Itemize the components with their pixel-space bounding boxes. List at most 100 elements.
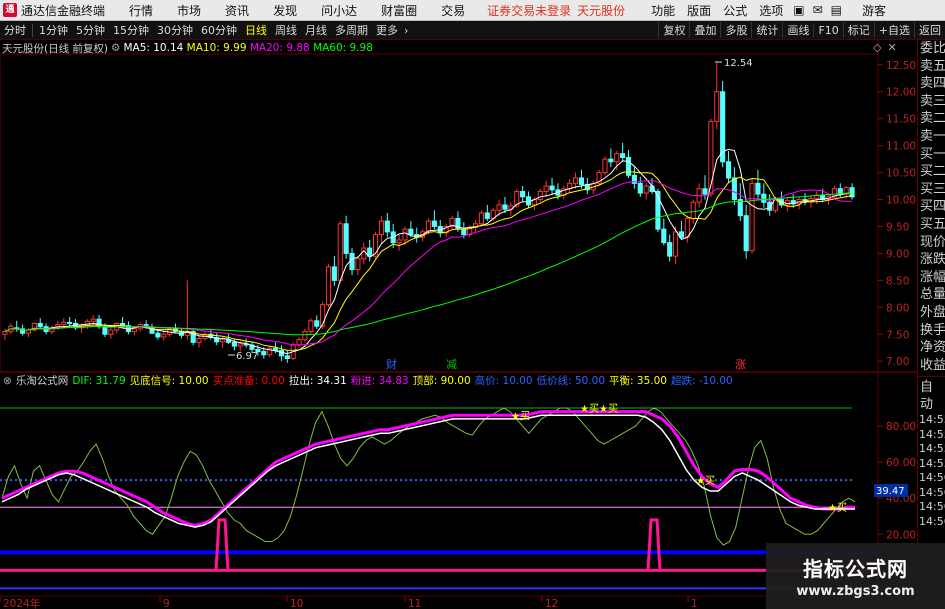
buy-label: 买 — [705, 475, 715, 487]
menu-gongneng[interactable]: 功能 — [645, 2, 681, 19]
toolbar-add-favorite[interactable]: +自选 — [873, 22, 914, 38]
close-icon[interactable]: ✕ — [884, 41, 899, 55]
price-tick-label: 11.00 — [886, 141, 916, 153]
candle-body — [478, 212, 485, 225]
period-monthly[interactable]: 月线 — [301, 22, 331, 38]
toolbar-diejia[interactable]: 叠加 — [689, 22, 720, 38]
candle-body — [296, 339, 302, 346]
guest-user[interactable]: 游客 — [862, 2, 886, 19]
period-multi[interactable]: 多周期 — [331, 22, 372, 38]
ind-pingheng: 平衡: 35.00 — [609, 375, 667, 387]
menu-zixun[interactable]: 资讯 — [213, 2, 261, 19]
tick-time: 14:55 — [919, 456, 945, 470]
candle-body — [667, 242, 673, 257]
menu-xuanxiang[interactable]: 选项 — [753, 2, 789, 19]
period-fenshi[interactable]: 分时 — [0, 22, 30, 38]
toolbar-duogu[interactable]: 多股 — [720, 22, 751, 38]
period-toolbar: 分时 1分钟 5分钟 15分钟 30分钟 60分钟 日线 周线 月线 多周期 更… — [0, 21, 945, 40]
event-marker-zhang[interactable]: 涨 — [735, 358, 746, 371]
candle-body — [278, 349, 284, 357]
candle-body — [637, 182, 643, 194]
login-status[interactable]: 证券交易未登录 — [487, 2, 571, 19]
app-title: 通达信金融终端 — [21, 3, 106, 18]
candle-body — [620, 153, 626, 158]
diamond-icon[interactable]: ◇ — [870, 41, 884, 55]
layout-icon[interactable]: ▤ — [827, 3, 846, 17]
candle-body — [573, 177, 579, 184]
auto-trade-label[interactable]: 自动交易 — [918, 379, 945, 413]
menu-caifuquan[interactable]: 财富圈 — [369, 2, 429, 19]
indicator-name[interactable]: 乐淘公式网 — [16, 373, 69, 388]
period-daily[interactable]: 日线 — [241, 22, 271, 38]
period-weekly[interactable]: 周线 — [271, 22, 301, 38]
period-15min[interactable]: 15分钟 — [109, 22, 153, 38]
message-icon[interactable]: ✉ — [809, 3, 827, 17]
skin-icon[interactable]: ▣ — [789, 3, 808, 17]
tick-times: 14:5514:5514:5514:5514:5614:5614:5614:56 — [918, 413, 945, 529]
quote-item-label: 收益 — [920, 357, 945, 373]
indicator-legend: ⊗ 乐淘公式网 DIF: 31.79 见底信号: 10.00 买点准备: 0.0… — [0, 373, 737, 388]
period-1min[interactable]: 1分钟 — [35, 22, 72, 38]
period-30min[interactable]: 30分钟 — [153, 22, 197, 38]
quote-item-label: 买四 — [920, 199, 945, 215]
indicator-axis: 80.0060.0040.0020.00 — [878, 421, 916, 541]
settings-gear-icon[interactable]: ⚙ — [111, 42, 120, 54]
event-marker-cai[interactable]: 财 — [386, 357, 397, 371]
menu-shichang[interactable]: 市场 — [165, 2, 213, 19]
candle-body — [261, 351, 267, 356]
quote-item-label: 涨幅 — [920, 269, 945, 285]
candle-body — [661, 228, 667, 244]
pane-controls: ◇ ✕ — [870, 41, 900, 55]
date-tick-label: 1 — [691, 598, 698, 609]
indicator-value-badge: 39.47 — [876, 486, 905, 497]
price-tick-label: 7.00 — [886, 356, 909, 368]
quote-item-label: 卖三 — [920, 93, 945, 109]
stock-chart-name[interactable]: 天元股份(日线 前复权) — [2, 41, 108, 56]
quote-item-label: 外盘 — [920, 304, 945, 320]
buy-star-icon: ★ — [599, 404, 608, 415]
ind-jiandi: 见底信号: 10.00 — [129, 375, 209, 387]
chevron-right-icon[interactable]: › — [402, 24, 410, 37]
tick-time: 14:56 — [919, 471, 945, 485]
quote-side-panel: 委比 卖五 卖四 卖三 卖二 卖一 买一 买二 买三 买四 买五 现价 涨跌 涨幅 总量 外盘 换手 净资 收益 自… — [917, 40, 945, 609]
candle-body — [578, 177, 585, 185]
quote-item-label: 买三 — [920, 181, 945, 197]
date-tick-label: 2024年 — [3, 597, 40, 609]
tick-time: 14:56 — [919, 514, 945, 528]
period-60min[interactable]: 60分钟 — [197, 22, 241, 38]
quote-item-label: 卖四 — [920, 76, 945, 92]
toolbar-fuquan[interactable]: 复权 — [658, 22, 689, 38]
high-price-label: 12.54 — [724, 58, 753, 69]
event-marker-jian[interactable]: 减 — [446, 358, 457, 371]
candle-body — [2, 331, 8, 335]
buy-star-icon: ★ — [828, 503, 837, 514]
toolbar-back[interactable]: 返回 — [914, 22, 945, 38]
chart-canvas[interactable]: 12.50 12.00 11.50 11.00 10.50 10.00 9.50 9.00 8.… — [0, 40, 917, 609]
menu-faxian[interactable]: 发现 — [261, 2, 309, 19]
menu-wenxiaoda[interactable]: 问小达 — [309, 2, 369, 19]
period-more[interactable]: 更多 — [372, 22, 402, 38]
indicator-tick-label: 60.00 — [886, 457, 916, 469]
menu-gongshi[interactable]: 公式 — [717, 2, 753, 19]
toolbar-biaoji[interactable]: 标记 — [842, 22, 874, 38]
indicator-close-icon[interactable]: ⊗ — [3, 375, 12, 387]
event-markers: 财 减 涨 — [386, 357, 746, 371]
candle-body — [643, 185, 649, 194]
toolbar-f10[interactable]: F10 — [813, 23, 842, 37]
period-5min[interactable]: 5分钟 — [72, 22, 109, 38]
candle-body — [673, 231, 679, 257]
ma5-line — [4, 148, 853, 355]
menu-banmian[interactable]: 版面 — [681, 2, 717, 19]
candle-body — [331, 266, 337, 281]
toolbar-huaxian[interactable]: 画线 — [782, 22, 813, 38]
price-tick-label: 12.50 — [886, 60, 916, 72]
candle-body — [761, 193, 767, 203]
toolbar-tongji[interactable]: 统计 — [751, 22, 782, 38]
menu-jiaoyi[interactable]: 交易 — [429, 2, 477, 19]
price-tick-label: 9.50 — [886, 221, 909, 233]
menu-hangqing[interactable]: 行情 — [117, 2, 165, 19]
buy-star-icon: ★ — [580, 404, 589, 415]
buy-label: 买 — [837, 502, 847, 514]
ind-lachu: 拉出: 34.31 — [288, 375, 347, 387]
indicator-pane: ★ 买★ 买 ★ 买★ 买★ 买 — [0, 403, 878, 590]
